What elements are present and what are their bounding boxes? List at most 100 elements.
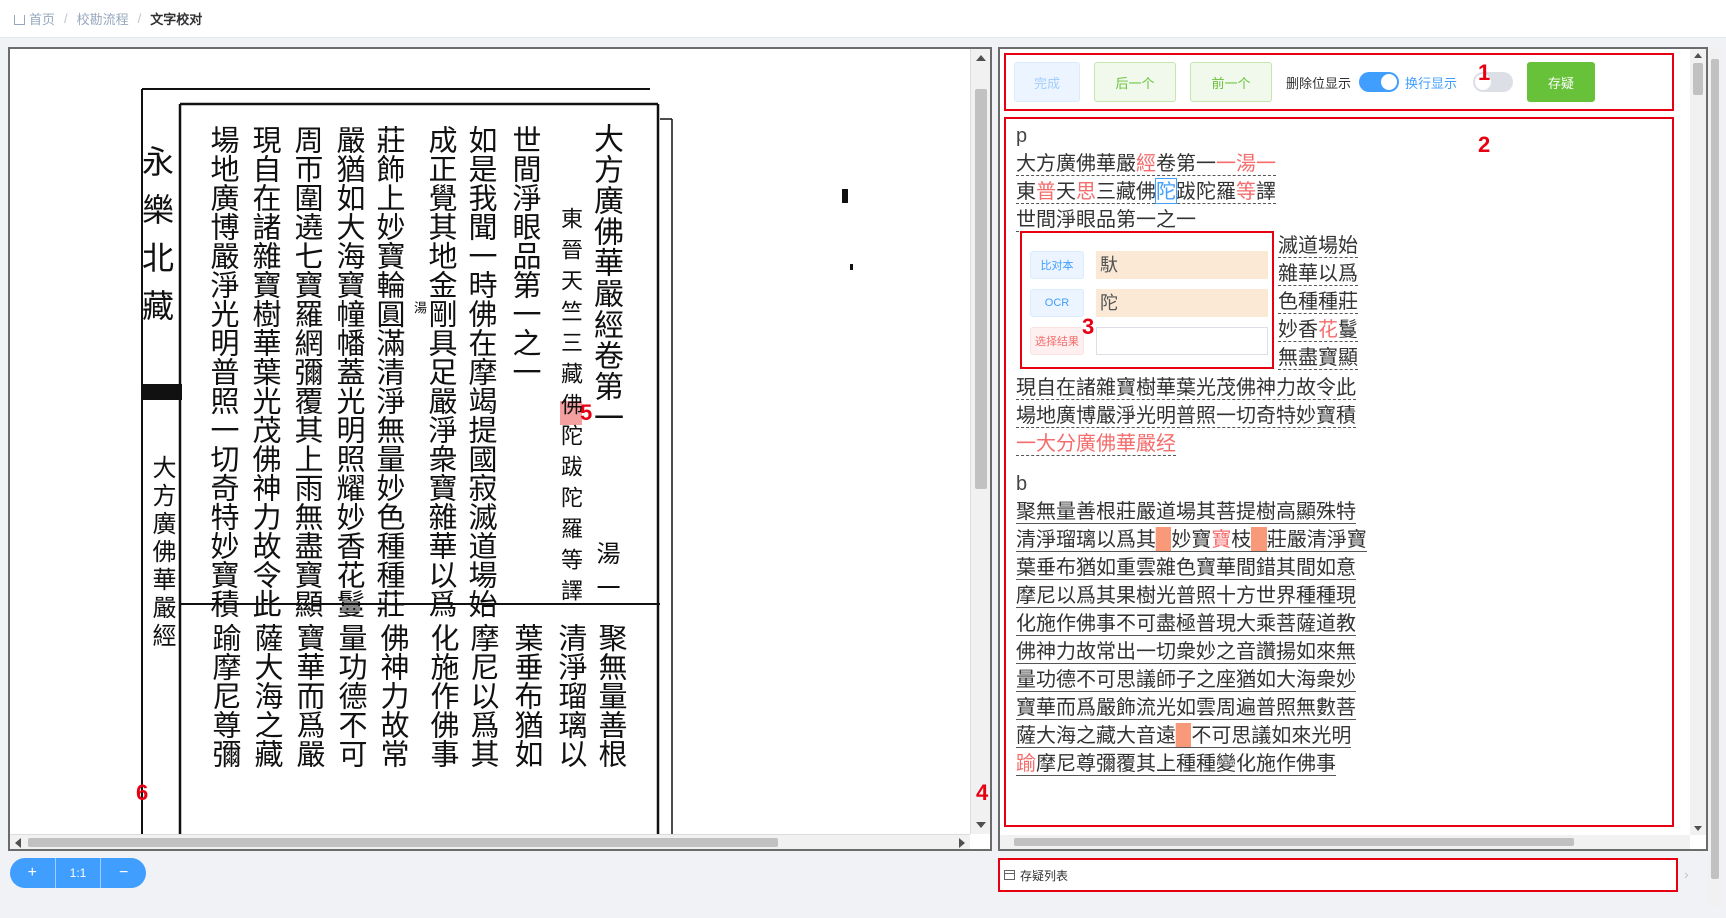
next-button[interactable]: 后一个 [1094,62,1176,102]
breadcrumb: 首页 / 校勘流程 / 文字校对 [0,0,1726,38]
wrapped-side-lines: 滅道場始 雜華以爲 色種種莊 妙香花鬘 無盡寶顯 [1278,231,1358,371]
scan-tang-mark: 湯一 [592,541,620,609]
breadcrumb-home[interactable]: 首页 [29,9,55,28]
side-title: 永樂北藏 [137,145,175,337]
text-line[interactable]: 場地廣博嚴淨光明普照一切奇特妙寶積 [1016,401,1666,429]
ocr-value[interactable]: 陀 [1096,289,1268,317]
annotation-2: 2 [1478,132,1491,157]
scroll-thumb[interactable] [28,838,778,847]
zoom-in-button[interactable]: + [10,858,55,888]
editor-horizontal-scrollbar[interactable] [1000,835,1690,849]
text-line[interactable]: 寶華而爲嚴飾流光如雲周遍普照無數菩 [1016,693,1666,721]
text-line[interactable]: 佛神力故常出一切衆妙之音讚揚如來無 [1016,637,1666,665]
text-line[interactable]: 滅道場始 [1278,231,1358,259]
scan-column-5: 成正覺其地金剛具足嚴淨衆寶雜華以爲 [424,125,458,618]
proofread-panel: 完成 后一个 前一个 删除位显示 换行显示 存疑 p 大方廣佛華嚴經卷第一一湯一… [998,47,1708,851]
breadcrumb-current: 文字校对 [150,12,203,27]
scroll-down-icon[interactable] [1694,826,1702,831]
text-line[interactable]: 妙香花鬘 [1278,315,1358,343]
image-vertical-scrollbar[interactable] [970,49,990,834]
scan-column-8: 周帀圍遶七寶羅網彌覆其上雨無盡寶顯 [290,125,324,618]
variant-compare-card: 比对本 馱 OCR 陀 选择结果 [1020,231,1274,369]
scan-bottom-column-3: 葉垂布猶如 [510,623,544,768]
scan-column-10: 場地廣博嚴淨光明普照一切奇特妙寶積 [206,125,240,618]
done-button[interactable]: 完成 [1014,62,1080,102]
block-tag-p: p [1016,125,1028,147]
annotation-3: 3 [1082,314,1095,339]
annotation-5: 5 [580,400,593,425]
doubt-list-label: 存疑列表 [1020,868,1069,883]
selected-char[interactable]: 陀 [1155,178,1177,204]
text-line[interactable]: 現自在諸雜寶樹華葉光茂佛神力故令此 [1016,373,1666,401]
scroll-up-icon[interactable] [976,55,986,61]
scan-column-4: 如是我聞一時佛在摩竭提國寂滅道場始 [464,125,498,618]
doubt-list-bar[interactable]: 存疑列表 [998,858,1678,892]
scan-bottom-column-1: 聚無量善根 [594,623,628,768]
home-icon [14,14,25,25]
save-doubt-button[interactable]: 存疑 [1527,62,1596,102]
text-line[interactable]: 聚無量善根莊嚴道場其菩提樹高顯殊特 [1016,497,1666,525]
collate-version-tag[interactable]: 比对本 [1030,251,1084,279]
scroll-left-icon[interactable] [15,838,21,848]
annotation-6: 6 [136,780,149,805]
select-result-input[interactable] [1096,327,1268,355]
text-line[interactable]: 大方廣佛華嚴經卷第一一湯一 [1016,149,1666,177]
prev-button[interactable]: 前一个 [1190,62,1272,102]
image-viewer[interactable]: 永樂北藏 大方廣佛華嚴經 大方廣佛華嚴經卷第一 東晉天竺三藏佛陀跋陀羅等譯 世間… [8,47,992,851]
scroll-thumb[interactable] [1711,59,1719,879]
delete-display-toggle[interactable] [1359,72,1400,92]
scan-column-3: 世間淨眼品第一之一 [508,125,542,386]
text-line[interactable]: 量功德不可思議師子之座猶如大海衆妙 [1016,665,1666,693]
scan-column-9: 現自在諸雜寶樹華葉光茂佛神力故令此 [248,125,282,618]
scanned-page: 永樂北藏 大方廣佛華嚴經 大方廣佛華嚴經卷第一 東晉天竺三藏佛陀跋陀羅等譯 世間… [10,49,970,834]
scan-column-2: 東晉天竺三藏佛陀跋陀羅等譯 [557,207,582,610]
side-subtitle: 大方廣佛華嚴經 [148,455,176,651]
zoom-reset-button[interactable]: 1:1 [54,858,102,888]
wrap-display-label: 换行显示 [1405,75,1458,91]
scan-bottom-column-7: 量功德不可 [334,623,368,768]
text-line[interactable]: 色種種莊 [1278,287,1358,315]
scroll-thumb[interactable] [975,89,987,489]
scan-bottom-column-4: 摩尼以爲其 [466,623,500,768]
text-line[interactable]: 摩尼以爲其果樹光普照十方世界種種現 [1016,581,1666,609]
scan-bottom-column-5: 化施作佛事 [426,623,460,768]
scroll-right-icon[interactable] [959,838,965,848]
scan-column-1: 大方廣佛華嚴經卷第一 [588,123,623,433]
text-line[interactable]: 化施作佛事不可盡極普現大乘菩薩道教 [1016,609,1666,637]
scan-small-note: 湯 [411,301,426,314]
page-vertical-scrollbar[interactable] [1708,47,1722,907]
image-horizontal-scrollbar[interactable] [10,834,970,849]
toolbar: 完成 后一个 前一个 删除位显示 换行显示 存疑 [1004,53,1674,111]
text-line[interactable]: 世間淨眼品第一之一 [1016,205,1666,233]
select-result-tag[interactable]: 选择结果 [1030,327,1084,355]
text-line[interactable]: 踰摩尼尊彌覆其上種種變化施作佛事 [1016,749,1666,777]
ocr-tag[interactable]: OCR [1030,289,1084,317]
text-line[interactable]: 一大分廣佛華嚴经 [1016,429,1666,457]
chevron-right-icon[interactable]: › [1684,866,1689,882]
collate-value[interactable]: 馱 [1096,251,1268,279]
scan-bottom-column-2: 清淨瑠璃以 [554,623,588,768]
scroll-thumb[interactable] [1693,63,1703,95]
zoom-controls: + 1:1 − [10,858,146,888]
scroll-down-icon[interactable] [976,822,986,828]
scan-bottom-column-6: 佛神力故常 [376,623,410,768]
scroll-up-icon[interactable] [1694,53,1702,58]
breadcrumb-workflow[interactable]: 校勘流程 [77,9,129,28]
text-line[interactable]: 清淨瑠璃以爲其▌妙寶寶枝▌莊嚴清淨寶 [1016,525,1666,553]
text-line[interactable]: 薩大海之藏大音遠▌不可思議如來光明 [1016,721,1666,749]
calendar-icon [1004,870,1015,880]
annotation-1: 1 [1478,60,1491,85]
text-line[interactable]: 雜華以爲 [1278,259,1358,287]
text-line[interactable]: 無盡寶顯 [1278,343,1358,371]
editor-vertical-scrollbar[interactable] [1690,49,1706,835]
zoom-out-button[interactable]: − [101,858,146,888]
scan-column-7: 嚴猶如大海寶幢幡蓋光明照耀妙香花鬘 [332,125,366,618]
text-line[interactable]: 葉垂布猶如重雲雜色寶華間錯其間如意 [1016,553,1666,581]
text-editor[interactable]: p 大方廣佛華嚴經卷第一一湯一 東普天思三藏佛陀跋陀羅等譯 世間淨眼品第一之一 … [1004,117,1674,827]
delete-display-label: 删除位显示 [1286,75,1352,91]
scan-bottom-column-9: 薩大海之藏 [250,623,284,768]
scroll-thumb[interactable] [1014,838,1574,846]
text-line[interactable]: 東普天思三藏佛陀跋陀羅等譯 [1016,177,1666,205]
block-tag-b: b [1016,473,1028,495]
scan-bottom-column-8: 寶華而爲嚴 [292,623,326,768]
